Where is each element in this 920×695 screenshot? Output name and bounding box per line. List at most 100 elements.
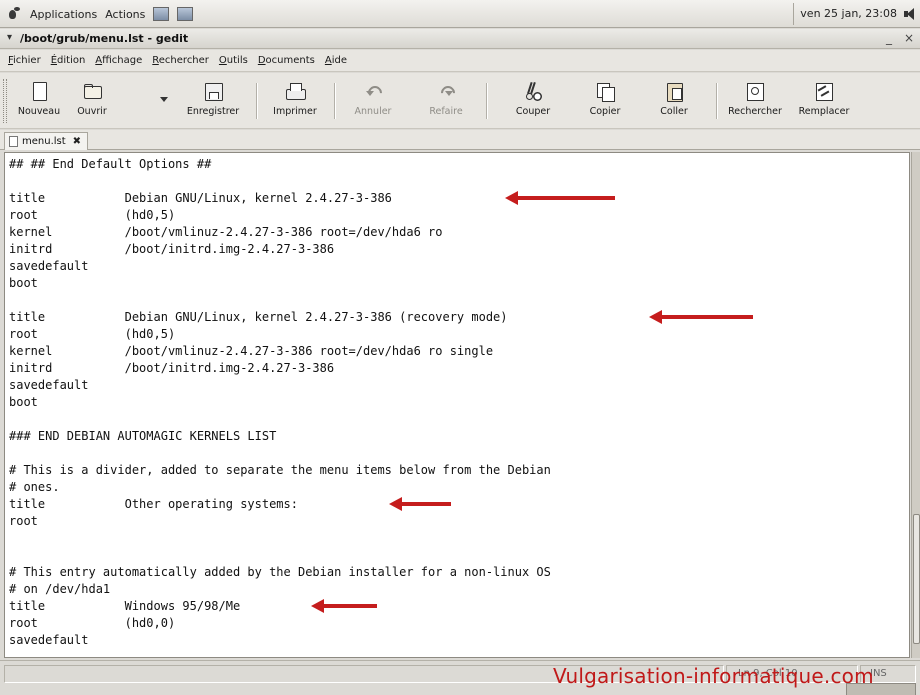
annotation-arrow-icon (389, 497, 451, 511)
undo-button[interactable]: Annuler (345, 79, 401, 123)
code-line[interactable]: title Debian GNU/Linux, kernel 2.4.27-3-… (9, 309, 508, 325)
code-line[interactable]: boot (9, 275, 38, 291)
menu-mnemonic: O (218, 55, 227, 66)
volume-icon[interactable] (903, 7, 917, 21)
save-button[interactable]: Enregistrer (180, 79, 246, 123)
new-label: Nouveau (17, 106, 61, 117)
save-icon (202, 81, 224, 103)
replace-label: Remplacer (798, 106, 850, 117)
code-line[interactable]: # on /dev/hda1 (9, 581, 110, 597)
menu-label: ocuments (265, 55, 315, 66)
code-line[interactable]: # This entry automatically added by the … (9, 564, 551, 580)
annotation-arrow-icon (649, 310, 753, 324)
paste-clipboard-icon (663, 81, 685, 103)
panel-left: Applications Actions (6, 6, 194, 22)
code-line[interactable]: # ones. (9, 479, 60, 495)
menu-mnemonic: D (257, 55, 266, 66)
close-button[interactable]: × (902, 31, 916, 45)
open-button[interactable]: Ouvrir (70, 79, 114, 123)
menu-rechercher[interactable]: Rechercher (152, 55, 209, 66)
code-line[interactable]: savedefault (9, 377, 88, 393)
toolbar-handle[interactable] (3, 79, 7, 123)
document-tabbar: menu.lst ✖ (0, 130, 920, 150)
code-line[interactable]: title Debian GNU/Linux, kernel 2.4.27-3-… (9, 190, 392, 206)
redo-icon (435, 81, 457, 103)
code-line[interactable]: title Other operating systems: (9, 496, 298, 512)
cut-label: Couper (515, 106, 551, 117)
open-folder-icon (81, 81, 103, 103)
printer-icon (284, 81, 306, 103)
menu-documents[interactable]: Documents (258, 55, 315, 66)
menubar: Fichier Édition Affichage Rechercher Out… (0, 50, 920, 72)
tab-label: menu.lst (22, 136, 66, 147)
code-line[interactable]: root (hd0,5) (9, 207, 175, 223)
code-line[interactable]: root (9, 513, 38, 529)
text-document-icon (9, 136, 18, 147)
window-title: /boot/grub/menu.lst - gedit (20, 32, 189, 45)
text-editor[interactable]: ## ## End Default Options ## title Debia… (4, 152, 910, 658)
find-button[interactable]: Rechercher (722, 79, 788, 123)
open-label: Ouvrir (77, 106, 107, 117)
scrollbar-thumb[interactable] (913, 514, 920, 644)
tab-menu-lst[interactable]: menu.lst ✖ (4, 132, 89, 150)
code-line[interactable]: root (hd0,5) (9, 326, 175, 342)
redo-label: Refaire (429, 106, 463, 117)
vertical-scrollbar[interactable] (911, 152, 920, 658)
undo-label: Annuler (354, 106, 392, 117)
menu-label: dition (57, 55, 86, 66)
actions-menu[interactable]: Actions (105, 8, 145, 21)
code-line[interactable]: kernel /boot/vmlinuz-2.4.27-3-386 root=/… (9, 343, 493, 359)
code-line[interactable]: initrd /boot/initrd.img-2.4.27-3-386 (9, 360, 334, 376)
clock[interactable]: ven 25 jan, 23:08 (793, 3, 903, 25)
workspace-switcher[interactable] (846, 683, 916, 695)
code-line[interactable]: boot (9, 394, 38, 410)
print-label: Imprimer (273, 106, 317, 117)
code-line[interactable]: title Windows 95/98/Me (9, 598, 240, 614)
toolbar: Nouveau Ouvrir Enregistrer Imprimer Annu… (0, 73, 920, 129)
copy-button[interactable]: Copier (577, 79, 633, 123)
menu-outils[interactable]: Outils (219, 55, 248, 66)
menu-fichier[interactable]: Fichier (8, 55, 41, 66)
window-menu-icon[interactable]: ▾ (7, 32, 12, 43)
terminal-launcher-icon[interactable] (177, 7, 194, 21)
minimize-button[interactable]: _ (882, 31, 896, 45)
cut-button[interactable]: Couper (505, 79, 561, 123)
copy-icon (594, 81, 616, 103)
toolbar-separator (334, 83, 335, 119)
code-line[interactable]: ### END DEBIAN AUTOMAGIC KERNELS LIST (9, 428, 276, 444)
code-line[interactable]: ## ## End Default Options ## (9, 156, 211, 172)
gnome-foot-icon[interactable] (6, 6, 22, 22)
close-tab-icon[interactable]: ✖ (73, 136, 81, 147)
menu-affichage[interactable]: Affichage (95, 55, 142, 66)
code-line[interactable]: savedefault (9, 258, 88, 274)
applications-menu[interactable]: Applications (30, 8, 97, 21)
toolbar-separator (256, 83, 257, 119)
paste-button[interactable]: Coller (646, 79, 702, 123)
annotation-arrow-icon (311, 599, 377, 613)
window-titlebar[interactable]: ▾ /boot/grub/menu.lst - gedit _ × (0, 29, 920, 49)
new-button[interactable]: Nouveau (14, 79, 64, 123)
print-button[interactable]: Imprimer (264, 79, 326, 123)
new-document-icon (28, 81, 50, 103)
code-line[interactable]: savedefault (9, 632, 88, 648)
code-line[interactable]: initrd /boot/initrd.img-2.4.27-3-386 (9, 241, 334, 257)
top-panel: Applications Actions ven 25 jan, 23:08 (0, 0, 920, 28)
code-line[interactable]: root (hd0,0) (9, 615, 175, 631)
code-line[interactable]: # This is a divider, added to separate t… (9, 462, 551, 478)
open-recent-dropdown-icon[interactable] (160, 97, 168, 102)
menu-label: echercher (158, 55, 209, 66)
redo-button[interactable]: Refaire (418, 79, 474, 123)
file-manager-launcher-icon[interactable] (153, 7, 170, 21)
save-label: Enregistrer (186, 106, 240, 117)
menu-label: ichier (13, 55, 41, 66)
annotation-arrow-icon (505, 191, 615, 205)
menu-edition[interactable]: Édition (51, 55, 86, 66)
find-label: Rechercher (728, 106, 782, 117)
code-line[interactable]: kernel /boot/vmlinuz-2.4.27-3-386 root=/… (9, 224, 442, 240)
window-controls: _ × (882, 31, 916, 45)
replace-button[interactable]: Remplacer (790, 79, 858, 123)
paste-label: Coller (660, 106, 688, 117)
replace-icon (813, 81, 835, 103)
menu-label: ffichage (102, 55, 143, 66)
menu-aide[interactable]: Aide (325, 55, 347, 66)
